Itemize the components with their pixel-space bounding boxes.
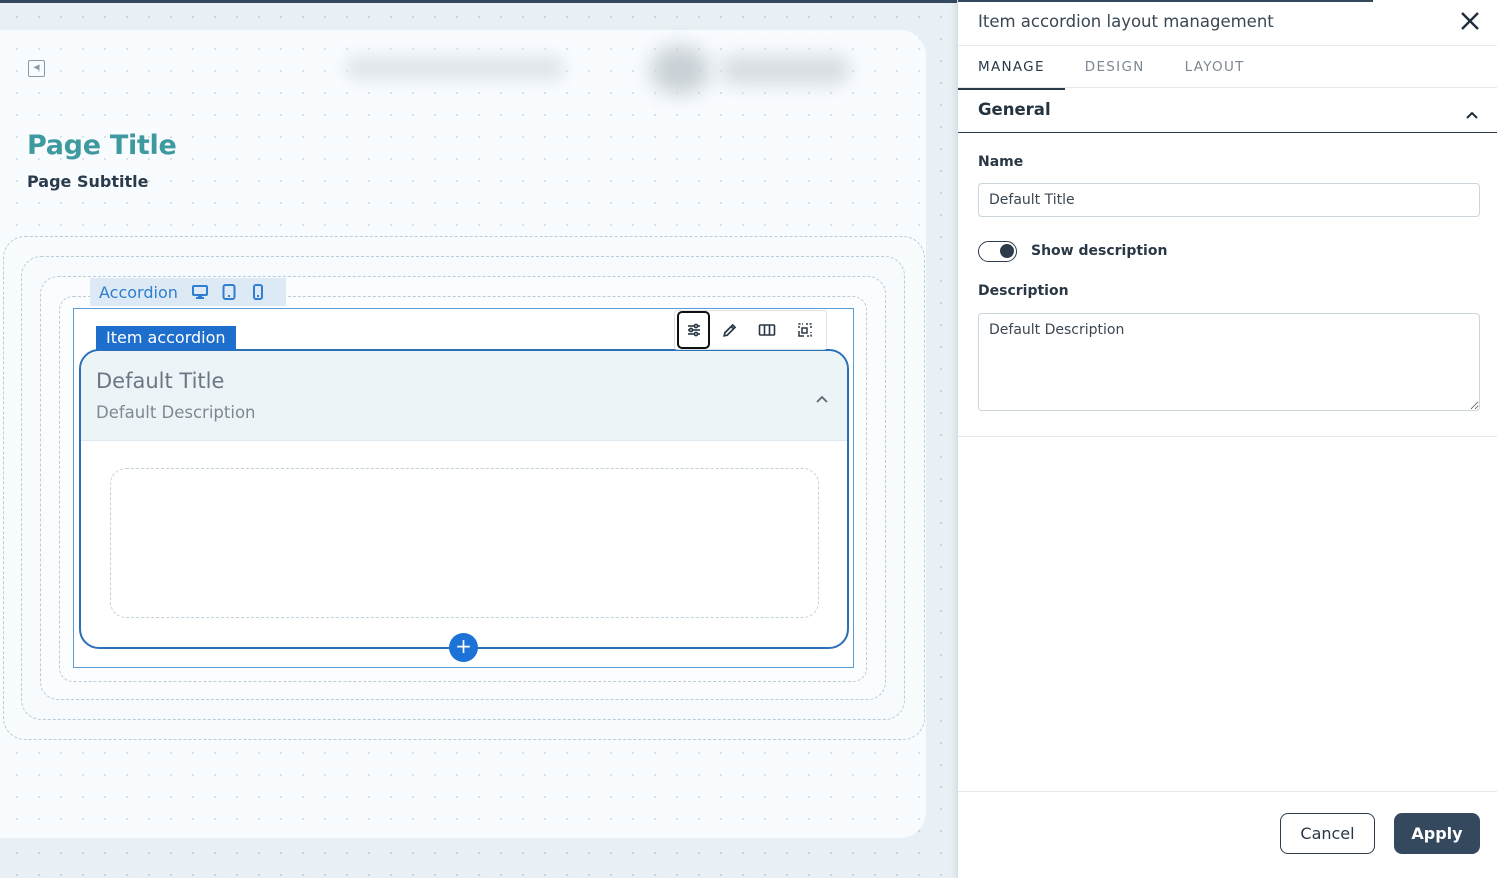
toggle-knob (1000, 244, 1014, 258)
chevron-up-icon[interactable] (1465, 105, 1479, 119)
accordion-content-dropzone[interactable] (110, 468, 819, 618)
panel-tabs: MANAGE DESIGN LAYOUT (958, 45, 1497, 90)
show-description-label: Show description (1031, 243, 1168, 259)
tab-design[interactable]: DESIGN (1065, 46, 1165, 89)
accordion-header[interactable]: Default Title Default Description (81, 351, 847, 441)
blurred-avatar (650, 45, 710, 95)
accordion-tag-label: Accordion (99, 282, 178, 302)
name-label: Name (978, 154, 1024, 170)
builder-canvas: ◀ Page Title Page Subtitle Accordion Ite… (0, 0, 957, 878)
name-input[interactable] (978, 183, 1480, 217)
settings-sliders-icon[interactable] (677, 311, 710, 349)
columns-icon[interactable] (748, 311, 786, 349)
mobile-icon[interactable] (250, 284, 266, 300)
item-toolbar (674, 310, 827, 350)
close-icon[interactable] (1458, 9, 1482, 33)
section-divider (958, 436, 1497, 437)
move-icon[interactable] (786, 311, 824, 349)
general-section-title: General (978, 100, 1051, 119)
blurred-header-content (345, 55, 565, 81)
description-label: Description (978, 283, 1069, 299)
panel-top-accent (958, 0, 1373, 2)
panel-title: Item accordion layout management (978, 12, 1274, 31)
desktop-icon[interactable] (191, 284, 208, 300)
accordion-component-tag[interactable]: Accordion (90, 278, 286, 306)
accordion-item-title: Default Title (96, 369, 225, 393)
layout-management-panel: Item accordion layout management MANAGE … (957, 0, 1497, 878)
item-accordion-card[interactable]: Default Title Default Description (79, 349, 849, 649)
add-component-button[interactable]: + (449, 633, 478, 662)
apply-button[interactable]: Apply (1394, 813, 1480, 854)
chevron-up-icon[interactable] (815, 389, 829, 403)
accordion-item-description: Default Description (96, 403, 256, 422)
page-subtitle: Page Subtitle (27, 172, 149, 191)
footer-divider (958, 791, 1497, 792)
edit-pencil-icon[interactable] (710, 311, 748, 349)
show-description-toggle[interactable] (978, 241, 1017, 262)
blurred-user-info (720, 55, 850, 85)
description-textarea[interactable]: Default Description (978, 313, 1480, 411)
collapse-sidebar-icon[interactable]: ◀ (28, 60, 45, 77)
canvas-top-border (0, 0, 957, 3)
item-accordion-tag[interactable]: Item accordion (96, 326, 236, 350)
cancel-button[interactable]: Cancel (1280, 813, 1375, 854)
tab-layout[interactable]: LAYOUT (1165, 46, 1265, 89)
tab-manage[interactable]: MANAGE (958, 46, 1065, 90)
page-title: Page Title (27, 130, 177, 161)
general-section-header[interactable]: General (958, 88, 1497, 133)
tablet-icon[interactable] (221, 284, 237, 300)
